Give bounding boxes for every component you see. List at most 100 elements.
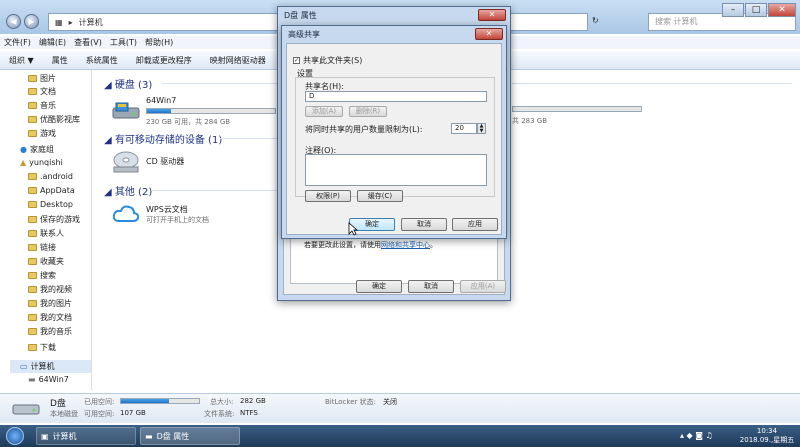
maximize-button[interactable]: □ [745, 3, 767, 17]
dialog-title: 高级共享 [288, 30, 320, 39]
menu-file[interactable]: 文件(F) [0, 36, 35, 49]
details-pane: D盘 本地磁盘 已用空间: 可用空间: 107 GB 总大小: 282 GB 文… [0, 393, 800, 423]
nav-item-pictures[interactable]: 图片 [28, 73, 56, 84]
folder-icon [28, 300, 37, 307]
folder-icon [28, 130, 37, 137]
nav-item-saved-games[interactable]: 保存的游戏 [28, 214, 80, 225]
folder-icon [28, 75, 37, 82]
add-button[interactable]: 添加(A) [305, 106, 343, 117]
wps-cloud-tile[interactable]: WPS云文档 可打开手机上的文档 [112, 202, 272, 228]
caching-button[interactable]: 缓存(C) [357, 190, 403, 202]
nav-item-desktop[interactable]: Desktop [28, 200, 73, 209]
cd-drive-name: CD 驱动器 [146, 157, 185, 166]
folder-icon [28, 328, 37, 335]
group-header-other[interactable]: ◢ 其他 (2) [104, 183, 152, 198]
nav-item-drive-d[interactable]: ▬ 64Win7 [28, 375, 69, 384]
nav-item-searches[interactable]: 搜索 [28, 270, 56, 281]
nav-item-my-documents[interactable]: 我的文档 [28, 312, 72, 323]
details-usage-bar [120, 398, 200, 404]
start-button[interactable] [6, 427, 24, 445]
close-button[interactable]: ✕ [478, 9, 506, 21]
nav-item-user[interactable]: ▲ yunqishi [20, 158, 63, 167]
network-center-link[interactable]: 网络和共享中心 [381, 241, 430, 249]
nav-item-computer[interactable]: ▭ 计算机 [10, 360, 91, 373]
refresh-icon[interactable]: ↻ [592, 16, 599, 25]
total-size-value: 282 GB [240, 397, 266, 405]
taskbar-item-computer[interactable]: ▣ 计算机 [36, 427, 136, 445]
clock[interactable]: 10:34 2018.09.,星期五 [738, 427, 796, 445]
group-divider [152, 190, 277, 191]
cancel-button[interactable]: 取消 [408, 280, 454, 293]
organize-button[interactable]: 组织 ▼ [0, 55, 43, 66]
user-limit-input[interactable]: 20 [451, 123, 477, 134]
ok-button[interactable]: 确定 [356, 280, 402, 293]
free-space-label: 可用空间: [84, 410, 115, 418]
nav-item-my-videos[interactable]: 我的视频 [28, 284, 72, 295]
drive-icon [12, 404, 40, 415]
group-divider [220, 138, 277, 139]
minimize-button[interactable]: – [722, 3, 744, 17]
clock-date: 2018.09.,星期五 [739, 436, 795, 444]
menu-help[interactable]: 帮助(H) [141, 36, 177, 49]
back-icon[interactable]: ◀ [6, 14, 21, 29]
taskbar-item-properties[interactable]: ▬ D盘 属性 [140, 427, 240, 445]
nav-item-downloads[interactable]: 下载 [28, 342, 56, 353]
nav-item-appdata[interactable]: AppData [28, 186, 75, 195]
checkbox-checked-icon: ✓ [293, 57, 300, 64]
tray-icons[interactable]: ▴ ◆ ◙ ♫ [680, 431, 713, 440]
forward-icon[interactable]: ▶ [24, 14, 39, 29]
nav-item-games[interactable]: 游戏 [28, 128, 56, 139]
share-name-input[interactable]: D [305, 91, 487, 102]
nav-item-links[interactable]: 链接 [28, 242, 56, 253]
nav-item-contacts[interactable]: 联系人 [28, 228, 64, 239]
map-drive-button[interactable]: 映射网络驱动器 [201, 55, 275, 66]
comment-textarea[interactable] [305, 154, 487, 186]
spinner-icon[interactable]: ▲ ▼ [477, 123, 486, 134]
close-button[interactable]: ✕ [768, 3, 796, 17]
folder-icon [28, 344, 37, 351]
breadcrumb[interactable]: 计算机 [79, 17, 103, 28]
group-header-removable[interactable]: ◢ 有可移动存储的设备 (1) [104, 131, 222, 146]
nav-item-android[interactable]: .android [28, 172, 73, 181]
group-header-hdd[interactable]: ◢ 硬盘 (3) [104, 76, 152, 91]
system-properties-button[interactable]: 系统属性 [77, 55, 127, 66]
group-divider [512, 83, 792, 84]
nav-item-my-pictures[interactable]: 我的图片 [28, 298, 72, 309]
folder-icon [28, 258, 37, 265]
nav-item-documents[interactable]: 文档 [28, 86, 56, 97]
folder-icon [28, 201, 37, 208]
apply-button[interactable]: 应用 [452, 218, 498, 231]
share-checkbox[interactable]: ✓ 共享此文件夹(S) [293, 55, 362, 66]
properties-button[interactable]: 属性 [43, 55, 77, 66]
close-button[interactable]: ✕ [475, 28, 503, 40]
bitlocker-label: BitLocker 状态: [325, 398, 376, 406]
cursor-icon [348, 222, 358, 236]
cd-drive-tile[interactable]: CD 驱动器 [112, 150, 262, 176]
menu-edit[interactable]: 编辑(E) [35, 36, 70, 49]
uninstall-button[interactable]: 卸载或更改程序 [127, 55, 201, 66]
nav-item-my-music[interactable]: 我的音乐 [28, 326, 72, 337]
nav-item-homegroup[interactable]: ● 家庭组 [20, 144, 54, 155]
menu-view[interactable]: 查看(V) [70, 36, 106, 49]
drive-d-tile[interactable]: 64Win7 230 GB 可用，共 284 GB [112, 96, 282, 128]
user-limit-label: 将同时共享的用户数量限制为(L): [305, 125, 423, 134]
dialog-title: D盘 属性 [284, 11, 317, 20]
permissions-button[interactable]: 权限(P) [305, 190, 351, 202]
apply-button[interactable]: 应用(A) [460, 280, 506, 293]
drive-size-text: 230 GB 可用，共 284 GB [146, 118, 231, 126]
folder-icon [28, 88, 37, 95]
nav-item-youku[interactable]: 优酷影视库 [28, 114, 80, 125]
menu-tools[interactable]: 工具(T) [106, 36, 141, 49]
total-size-label: 总大小: [210, 398, 234, 406]
folder-icon [28, 314, 37, 321]
bitlocker-value: 关闭 [383, 398, 397, 406]
filesystem-label: 文件系统: [204, 410, 235, 418]
nav-item-music[interactable]: 音乐 [28, 100, 56, 111]
nav-item-favorites[interactable]: 收藏夹 [28, 256, 64, 267]
folder-icon [28, 272, 37, 279]
details-usage-fill [121, 399, 170, 403]
folder-icon [28, 187, 37, 194]
folder-icon [28, 216, 37, 223]
remove-button[interactable]: 删除(R) [349, 106, 387, 117]
cancel-button[interactable]: 取消 [401, 218, 447, 231]
